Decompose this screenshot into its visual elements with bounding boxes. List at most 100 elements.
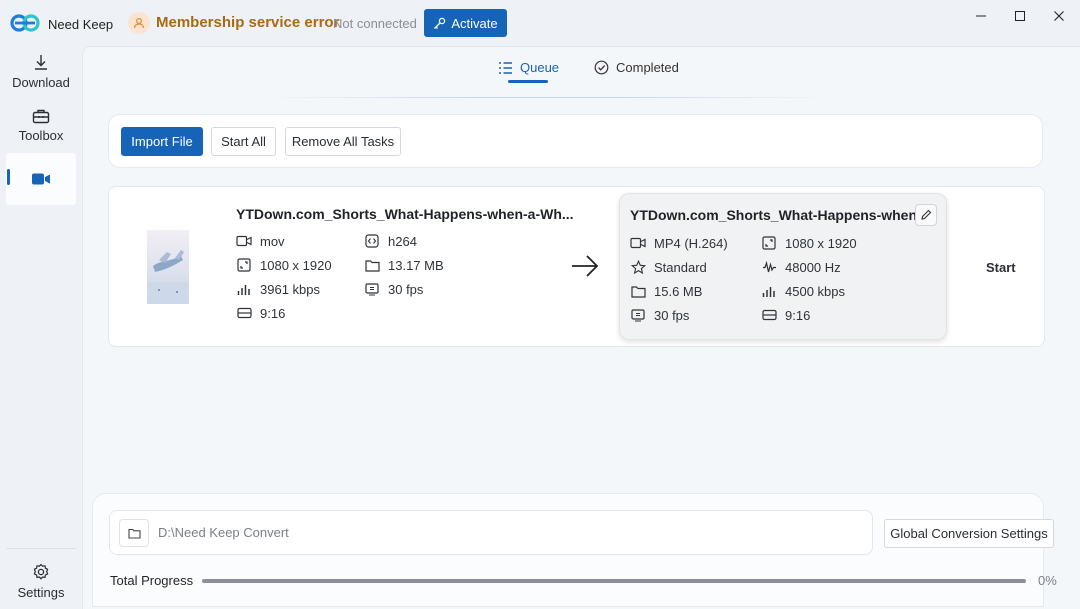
sidebar-item-settings[interactable]: Settings [6,556,76,606]
activate-label: Activate [451,15,498,31]
output-path-text: D:\Need Keep Convert [158,525,289,540]
close-icon[interactable] [1044,6,1074,26]
sidebar-item-label: Toolbox [18,127,64,143]
source-bitrate: 3961 kbps [236,281,320,297]
start-all-button[interactable]: Start All [211,127,276,156]
folder-icon [364,257,380,273]
user-avatar-icon[interactable] [128,12,150,34]
source-codec-value: h264 [388,233,417,249]
membership-status: Membership service error [156,14,340,31]
resolution-icon [236,257,252,273]
key-icon [433,17,446,30]
video-icon [630,235,646,251]
video-icon [236,233,252,249]
output-format-value: MP4 (H.264) [654,235,728,251]
sidebar-divider [6,548,76,549]
bottom-panel: D:\Need Keep Convert Global Conversion S… [92,493,1057,607]
toolbox-icon [32,108,50,124]
folder-icon [127,528,141,539]
output-file-title: YTDown.com_Shorts_What-Happens-when-... [630,207,934,223]
video-thumbnail[interactable] [147,230,189,304]
resolution-icon [761,235,777,251]
source-fps: 30 fps [364,281,423,297]
output-path-field[interactable]: D:\Need Keep Convert [109,510,873,555]
total-progress-label: Total Progress [110,573,194,588]
aspect-ratio-icon [761,307,777,323]
minimize-icon[interactable] [966,6,996,26]
output-settings-card[interactable]: YTDown.com_Shorts_What-Happens-when-... … [619,193,947,340]
sidebar-item-label: Download [12,74,70,90]
pencil-icon [920,209,932,221]
output-fps: 30 fps [630,307,689,323]
start-task-button[interactable]: Start [986,260,1016,275]
total-progress-bar [202,579,1026,583]
source-resolution-value: 1080 x 1920 [260,257,332,273]
output-format: MP4 (H.264) [630,235,728,251]
main-panel: Queue Completed Import File Start All Re… [82,46,1080,609]
output-size-value: 15.6 MB [654,283,703,299]
arrow-right-icon [570,253,600,279]
output-quality-value: Standard [654,259,707,275]
source-format: mov [236,233,285,249]
source-file-title: YTDown.com_Shorts_What-Happens-when-a-Wh… [236,206,574,222]
aspect-ratio-icon [236,305,252,321]
bitrate-icon [236,281,252,297]
sidebar-item-toolbox[interactable]: Toolbox [6,100,76,150]
output-size: 15.6 MB [630,283,702,299]
sidebar: Download Toolbox Settings [0,46,82,609]
output-fps-value: 30 fps [654,307,690,323]
output-quality: Standard [630,259,707,275]
bitrate-icon [761,283,777,299]
tab-label: Queue [520,60,560,75]
source-fps-value: 30 fps [388,281,424,297]
audio-wave-icon [761,259,777,275]
video-camera-icon [31,172,51,186]
download-icon [32,53,50,71]
settings-label: Settings [17,584,65,600]
output-resolution: 1080 x 1920 [761,235,857,251]
list-icon [498,61,513,75]
source-codec: h264 [364,233,417,249]
frame-rate-icon [630,307,646,323]
output-sample-rate: 48000 Hz [761,259,841,275]
source-size-value: 13.17 MB [388,257,444,273]
gear-icon [32,563,50,581]
app-logo-icon [10,12,40,34]
output-aspect: 9:16 [761,307,810,323]
tab-label: Completed [616,60,679,75]
source-aspect: 9:16 [236,305,285,321]
source-bitrate-value: 3961 kbps [260,281,320,297]
toolbar: Import File Start All Remove All Tasks [108,114,1043,168]
tab-divider [263,97,833,98]
browse-folder-button[interactable] [119,519,149,547]
app-name: Need Keep [48,17,114,32]
output-resolution-value: 1080 x 1920 [785,235,857,251]
active-indicator [7,169,10,185]
import-file-button[interactable]: Import File [121,127,203,156]
tab-completed[interactable]: Completed [594,60,679,75]
tab-bar: Queue Completed [83,47,1080,99]
task-card: YTDown.com_Shorts_What-Happens-when-a-Wh… [108,186,1045,347]
source-format-value: mov [260,233,285,249]
output-bitrate: 4500 kbps [761,283,845,299]
progress-percent: 0% [1038,573,1057,588]
source-size: 13.17 MB [364,257,444,273]
global-conversion-settings-button[interactable]: Global Conversion Settings [884,519,1054,548]
output-sample-rate-value: 48000 Hz [785,259,841,275]
codec-icon [364,233,380,249]
connection-status: Not connected [333,16,417,31]
activate-button[interactable]: Activate [424,9,507,37]
source-resolution: 1080 x 1920 [236,257,332,273]
edit-output-button[interactable] [915,204,937,226]
star-icon [630,259,646,275]
output-aspect-value: 9:16 [785,307,811,323]
sidebar-item-download[interactable]: Download [6,46,76,96]
remove-all-tasks-button[interactable]: Remove All Tasks [285,127,401,156]
folder-icon [630,283,646,299]
source-aspect-value: 9:16 [260,305,286,321]
maximize-icon[interactable] [1005,6,1035,26]
title-bar: Need Keep Membership service error Not c… [0,0,1080,46]
sidebar-item-convert[interactable] [6,153,76,205]
check-circle-icon [594,60,609,75]
tab-queue[interactable]: Queue [498,60,559,75]
